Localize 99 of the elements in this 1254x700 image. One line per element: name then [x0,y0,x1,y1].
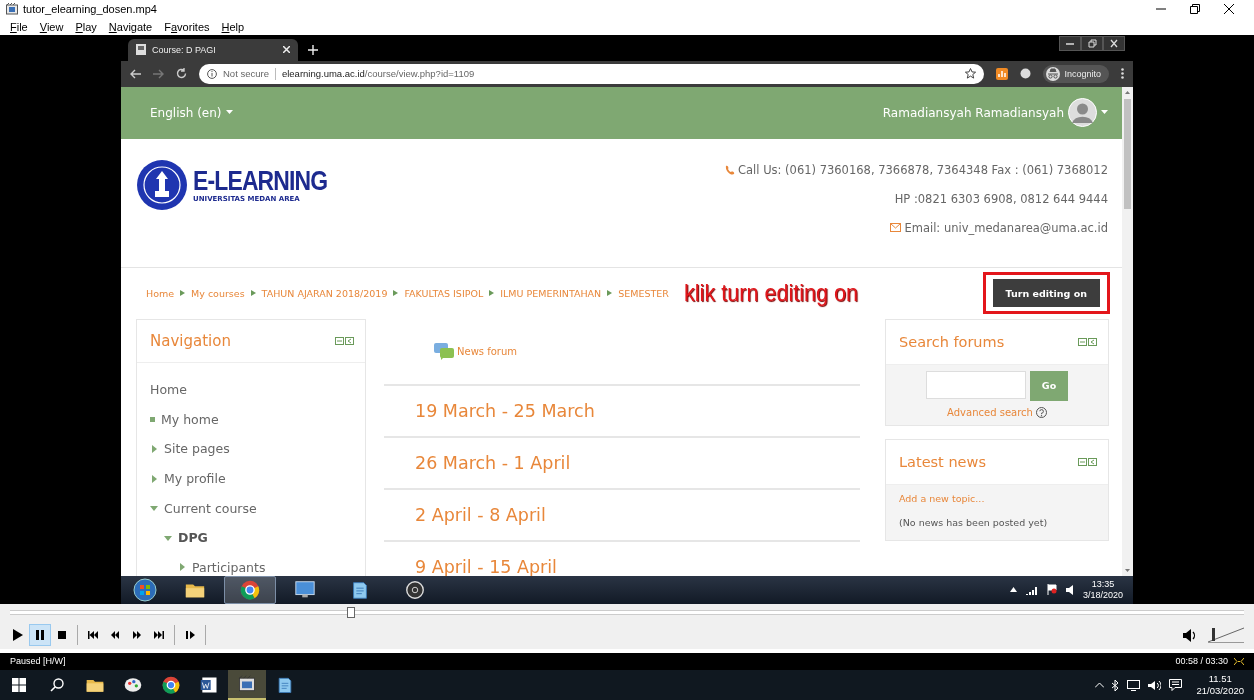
empty-news-text: (No news has been posted yet) [899,517,1049,528]
avatar-icon[interactable] [1068,98,1097,128]
separator-icon [393,290,399,297]
clock-time: 11.51 [1208,673,1232,685]
expanded-arrow-icon[interactable] [164,533,172,542]
speaker-icon[interactable] [1148,679,1162,691]
chart-icon[interactable] [996,68,1009,80]
volume-thumb[interactable] [1212,628,1216,642]
more-icon[interactable] [1121,68,1124,80]
forward-arrow-icon[interactable] [153,69,164,79]
caret-icon[interactable] [225,110,233,116]
start-orb-icon[interactable] [133,578,157,602]
page-icon [136,44,146,56]
caret-icon[interactable] [1101,110,1108,116]
browser-icon[interactable] [239,579,261,601]
scrollbar[interactable] [1122,87,1133,576]
clock-date: 21/03/2020 [1196,685,1244,697]
mail-icon [890,223,902,233]
nav-item[interactable]: Home [150,382,187,398]
taskbar-app[interactable] [228,670,266,700]
notification-icon[interactable] [1169,679,1183,691]
info-icon [207,69,217,79]
collapsed-arrow-icon[interactable] [150,444,158,453]
incognito-icon [1046,67,1061,81]
taskbar-app[interactable] [224,576,276,604]
menu-item[interactable]: Help [221,20,245,33]
address-bar[interactable]: Not secure elearning.uma.ac.id/course/view.php?id=1109 [199,64,985,84]
annotation-text: klik turn editing on [684,279,859,307]
nav-item[interactable]: Participants [192,559,266,575]
circle-icon[interactable] [404,579,426,601]
forum-icon [434,343,454,360]
nav-item[interactable]: My home [161,411,219,427]
block-title: Search forums [899,334,1005,350]
playback-time: 00:58 / 03:30 [1175,656,1228,667]
incognito-badge[interactable]: Incognito [1043,65,1109,83]
expanded-arrow-icon[interactable] [150,504,158,513]
restore-icon[interactable] [1190,4,1200,15]
phone-icon [725,165,736,175]
menu-item[interactable]: File [10,20,28,33]
volume-ramp-icon [1208,627,1244,644]
browser-icon[interactable] [161,675,181,695]
circle-icon[interactable] [1020,68,1032,80]
close-icon[interactable] [1224,4,1234,15]
menu-item[interactable]: Navigate [108,20,153,33]
logo-title: E-LEARNING [193,167,328,195]
collapsed-arrow-icon[interactable] [178,563,186,572]
browser-tab[interactable]: Course: D PAGI [128,39,298,61]
help-icon[interactable] [1035,407,1047,418]
flag-icon[interactable] [1046,584,1057,596]
chevron-up-icon[interactable] [1009,587,1017,593]
reload-icon[interactable] [176,68,187,80]
nav-item[interactable]: Current course [164,500,257,516]
fullscreen-icon[interactable] [1234,657,1244,666]
block-controls-icon[interactable] [1078,458,1098,466]
nav-item[interactable]: Site pages [164,441,230,457]
speaker-icon[interactable] [1183,629,1198,642]
separator-icon [489,290,495,297]
seek-thumb[interactable] [346,607,355,619]
turn-editing-button[interactable]: Turn editing on [992,279,1100,308]
close-icon[interactable] [1103,36,1125,51]
contact-text: HP :0821 6303 6908, 0812 644 9444 [894,192,1108,206]
nav-item[interactable]: My profile [164,471,226,487]
speaker-icon[interactable] [1065,585,1074,595]
separator-icon [250,290,256,297]
player-button[interactable] [29,624,51,647]
bullet-icon [150,416,155,422]
windows-start-icon[interactable] [12,678,26,692]
restore-icon[interactable] [1081,36,1103,51]
menu-item[interactable]: View [39,20,64,33]
minimize-icon[interactable] [1059,36,1081,51]
bluetooth-icon[interactable] [1112,679,1120,691]
search-icon[interactable] [50,678,64,692]
collapsed-arrow-icon[interactable] [150,474,158,483]
contact-text: Email: univ_medanarea@uma.ac.id [904,221,1108,235]
separator-icon [180,290,186,297]
block-title: Latest news [899,454,986,470]
volume-slider[interactable] [1208,627,1244,644]
new-tab-icon[interactable] [308,45,318,55]
menu-item[interactable]: Favorites [164,20,210,33]
clock-date: 3/18/2020 [1082,590,1123,601]
back-arrow-icon[interactable] [130,69,141,79]
block-controls-icon[interactable] [335,337,355,345]
security-label: Not secure [223,68,269,80]
star-icon[interactable] [965,68,977,80]
contact-text: Call Us: (061) 7360168, 7366878, 7364348 Fax : (061) 7368012 [738,163,1108,177]
nav-item[interactable]: DPG [178,530,208,546]
university-seal-icon [136,159,188,211]
block-controls-icon[interactable] [1078,338,1098,346]
status-text: Paused [H/W] [10,656,66,667]
separator-icon [607,290,613,297]
menu-item[interactable]: Play [75,20,97,33]
url-text: elearning.uma.ac.id/course/view.php?id=1109 [281,68,476,80]
search-field[interactable] [926,371,1026,399]
tab-title: Course: D PAGI [152,45,217,55]
clock-time: 13:35 [1091,579,1115,590]
document-icon[interactable] [199,675,219,695]
window-title: tutor_elearning_dosen.mp4 [23,3,158,16]
block-title: Navigation [150,332,231,350]
palette-icon[interactable] [123,675,143,695]
